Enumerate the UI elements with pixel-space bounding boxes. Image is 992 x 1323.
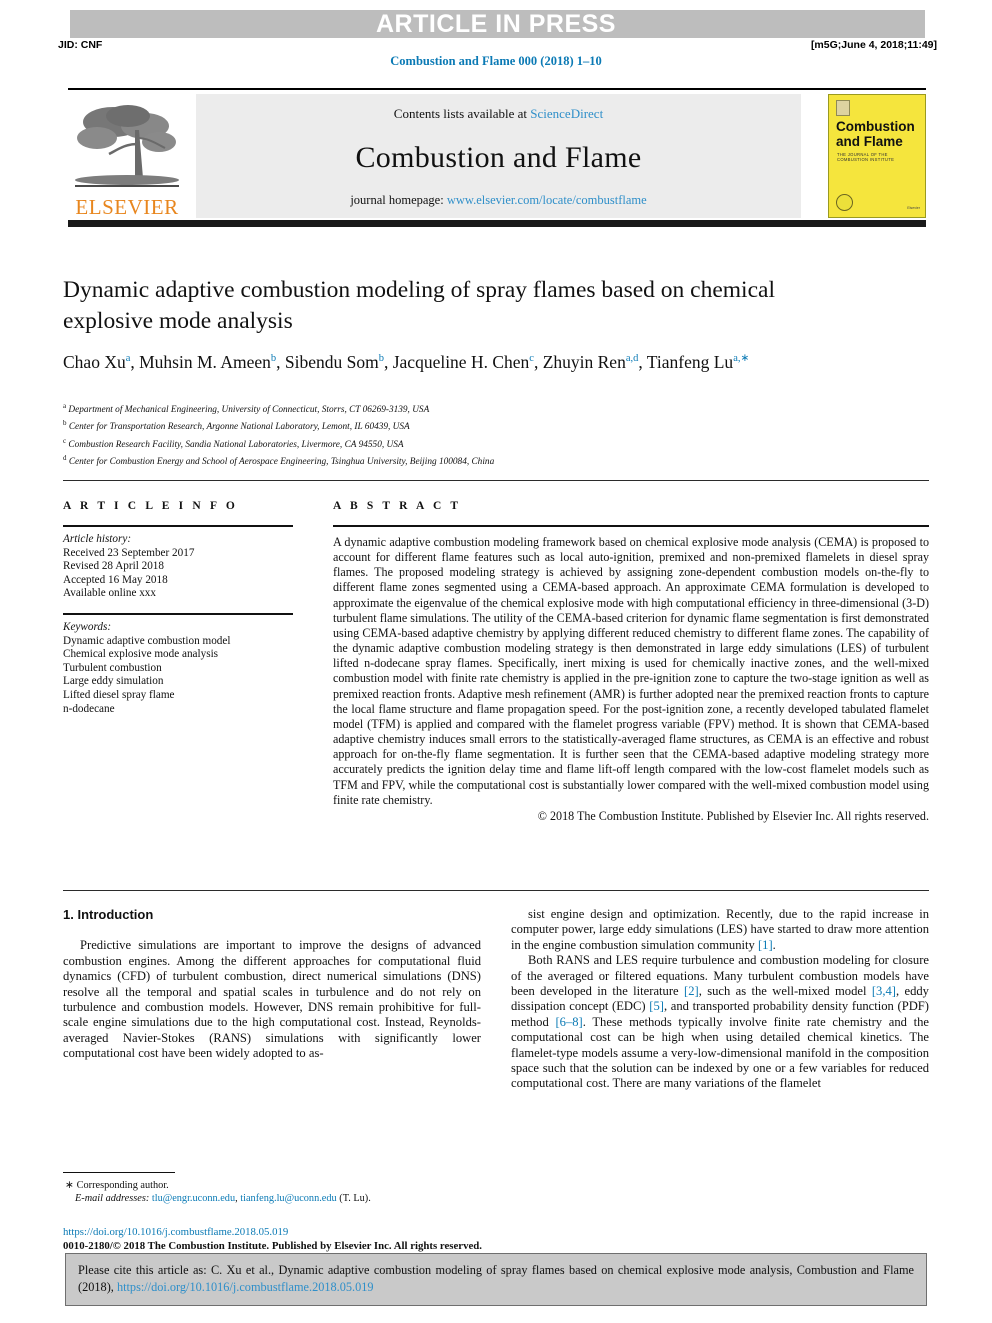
affiliation-marker: b (63, 419, 67, 428)
masthead-bottom-rule (68, 220, 926, 227)
article-history-label: Article history: (63, 533, 132, 545)
journal-reference: Combustion and Flame 000 (2018) 1–10 (390, 54, 602, 68)
cite-this-article-box: Please cite this article as: C. Xu et al… (65, 1253, 927, 1306)
cite-doi-link[interactable]: https://doi.org/10.1016/j.combustflame.2… (117, 1280, 374, 1294)
email-link-1[interactable]: tlu@engr.uconn.edu (152, 1193, 235, 1204)
article-info-column: A R T I C L E I N F O Article history: R… (63, 500, 293, 716)
journal-masthead: ELSEVIER Contents lists available at Sci… (68, 88, 926, 228)
affiliation-item: b Center for Transportation Research, Ar… (63, 419, 410, 433)
affiliation-item: a Department of Mechanical Engineering, … (63, 402, 430, 416)
citation-ref-6-8[interactable]: [6–8] (555, 1015, 582, 1029)
intro-paragraph-right-1: sist engine design and optimization. Rec… (511, 907, 929, 953)
journal-title: Combustion and Flame (355, 140, 642, 174)
publication-info: https://doi.org/10.1016/j.combustflame.2… (63, 1226, 763, 1253)
contents-list-line: Contents lists available at ScienceDirec… (394, 106, 603, 122)
affiliation-item: d Center for Combustion Energy and Schoo… (63, 453, 495, 467)
issn-copyright: 0010-2180/© 2018 The Combustion Institut… (63, 1239, 482, 1252)
footnote-rule (63, 1172, 175, 1173)
rp2-b: , such as the well-mixed model (698, 984, 872, 999)
body-column-left: 1. Introduction Predictive simulations a… (63, 907, 481, 1062)
history-item: Revised 28 April 2018 (63, 560, 164, 573)
cover-publisher-mark: Elsevier (907, 205, 920, 210)
footnote-block: ∗ Corresponding author. E-mail addresses:… (63, 1172, 481, 1205)
article-info-rule-2 (63, 612, 293, 615)
typesetting-stamp: [m5G;June 4, 2018;11:49] (810, 39, 937, 51)
cover-title-line-2: and Flame (836, 134, 903, 149)
corresponding-author-text: Corresponding author. (76, 1180, 169, 1191)
affiliation-list: a Department of Mechanical Engineering, … (63, 400, 883, 469)
body-column-right: sist engine design and optimization. Rec… (511, 907, 929, 1092)
abstract-rule (333, 525, 929, 527)
email-label: E-mail addresses: (75, 1193, 150, 1204)
intro-paragraph-right-2: Both RANS and LES require turbulence and… (511, 953, 929, 1092)
keyword-item: Large eddy simulation (63, 675, 164, 688)
sciencedirect-link[interactable]: ScienceDirect (530, 106, 603, 121)
elsevier-wordmark: ELSEVIER (75, 195, 179, 219)
page-title: Dynamic adaptive combustion modeling of … (63, 277, 775, 334)
intro-paragraph-left: Predictive simulations are important to … (63, 938, 481, 1061)
article-info-rule-1 (63, 525, 293, 527)
article-history-block: Article history: Received 23 September 2… (63, 533, 293, 601)
keyword-item: Lifted diesel spray flame (63, 688, 175, 701)
corresponding-author-note: ∗ Corresponding author. (63, 1179, 481, 1192)
section-divider-bottom (63, 890, 929, 891)
abstract-text: A dynamic adaptive combustion modeling f… (333, 535, 929, 807)
doi-link[interactable]: https://doi.org/10.1016/j.combustflame.2… (63, 1226, 288, 1238)
article-page: ARTICLE IN PRESS JID: CNF [m5G;June 4, 2… (0, 0, 992, 1323)
journal-homepage-line: journal homepage: www.elsevier.com/locat… (350, 193, 646, 208)
cover-title-line-1: Combustion (836, 119, 915, 134)
masthead-center-panel: Contents lists available at ScienceDirec… (196, 94, 801, 218)
cover-emblem-icon (836, 100, 850, 116)
cover-subtitle: THE JOURNAL OF THE COMBUSTION INSTITUTE (837, 152, 895, 162)
email-note: E-mail addresses: tlu@engr.uconn.edu, ti… (75, 1193, 371, 1204)
rp1-post: . (772, 937, 776, 952)
affiliation-item: c Combustion Research Facility, Sandia N… (63, 436, 404, 450)
abstract-copyright: © 2018 The Combustion Institute. Publish… (537, 808, 929, 823)
cover-seal-icon (836, 194, 853, 211)
rp1-pre: sist engine design and optimization. Rec… (511, 907, 929, 952)
citation-ref-3-4[interactable]: [3,4] (872, 984, 896, 998)
history-item: Received 23 September 2017 (63, 546, 195, 559)
citation-ref-2[interactable]: [2] (684, 984, 699, 998)
asterisk-icon: ∗ (65, 1180, 74, 1191)
citation-ref-1[interactable]: [1] (758, 938, 773, 952)
keywords-label: Keywords: (63, 620, 112, 633)
email-link-2[interactable]: tianfeng.lu@uconn.edu (240, 1193, 336, 1204)
affiliation-marker: c (63, 436, 67, 445)
elsevier-logo: ELSEVIER (68, 94, 186, 218)
cover-title: Combustion and Flame (836, 119, 922, 149)
abstract-column: A B S T R A C T A dynamic adaptive combu… (333, 500, 929, 824)
journal-cover-thumbnail: Combustion and Flame THE JOURNAL OF THE … (828, 94, 926, 218)
section-heading-introduction: 1. Introduction (63, 907, 154, 922)
homepage-prefix: journal homepage: (350, 193, 447, 207)
email-suffix: (T. Lu). (339, 1193, 371, 1204)
keyword-item: Chemical explosive mode analysis (63, 648, 219, 661)
affiliation-marker: d (63, 453, 67, 462)
history-item: Accepted 16 May 2018 (63, 573, 168, 586)
journal-homepage-link[interactable]: www.elsevier.com/locate/combustflame (447, 193, 647, 207)
citation-ref-5[interactable]: [5] (649, 999, 664, 1013)
keyword-item: Turbulent combustion (63, 661, 162, 674)
keyword-item: n-dodecane (63, 702, 115, 715)
keywords-block: Keywords: Dynamic adaptive combustion mo… (63, 621, 293, 716)
article-in-press-label: ARTICLE IN PRESS (376, 10, 616, 38)
section-divider-top (63, 480, 929, 481)
contents-prefix: Contents lists available at (393, 106, 531, 121)
keyword-item: Dynamic adaptive combustion model (63, 634, 231, 647)
author-list: Chao Xua, Muhsin M. Ameenb, Sibendu Somb… (63, 351, 750, 372)
elsevier-tree-icon (75, 105, 179, 187)
journal-id-label: JID: CNF (58, 39, 103, 51)
article-info-heading: A R T I C L E I N F O (63, 500, 238, 512)
masthead-top-rule (68, 88, 926, 90)
abstract-heading: A B S T R A C T (333, 500, 462, 512)
history-item: Available online xxx (63, 587, 156, 600)
affiliation-marker: a (63, 402, 67, 410)
